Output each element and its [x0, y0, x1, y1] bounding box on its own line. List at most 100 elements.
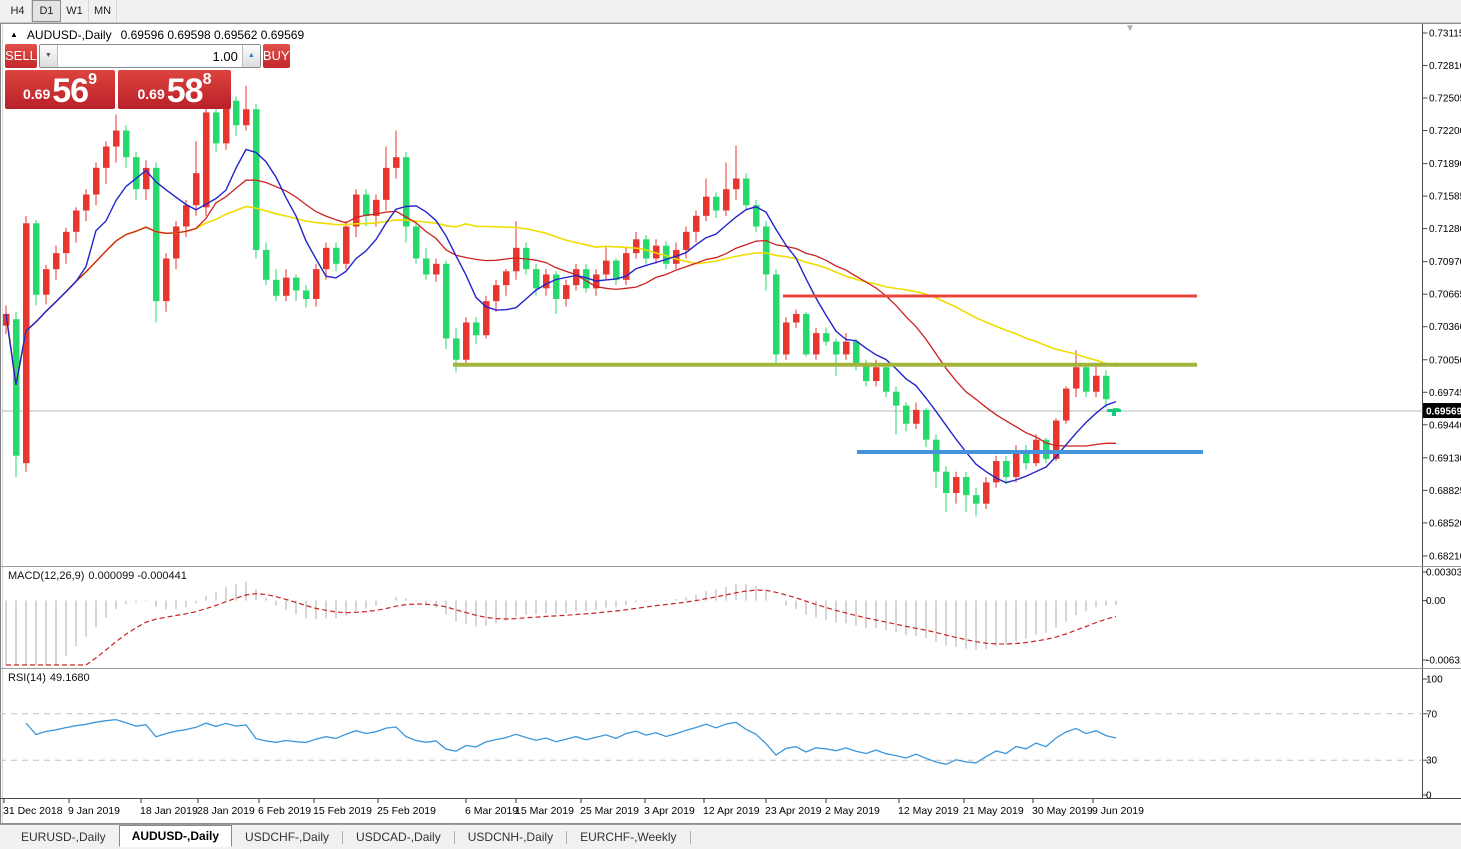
chart-collapse-icon[interactable]: ▼	[1125, 23, 1135, 34]
chart-tab-usdchf[interactable]: USDCHF-,Daily	[232, 827, 342, 847]
candle-down	[263, 250, 270, 280]
candle-up	[73, 211, 80, 232]
candle-up	[1093, 376, 1100, 392]
candle-down	[213, 112, 220, 143]
svg-text:0.71585: 0.71585	[1429, 192, 1461, 203]
candle-up	[493, 285, 500, 301]
candle-down	[453, 338, 460, 359]
candle-down	[133, 157, 140, 189]
svg-text:12 May 2019: 12 May 2019	[898, 805, 959, 817]
chart-tab-eurusd[interactable]: EURUSD-,Daily	[8, 827, 119, 847]
candle-down	[773, 274, 780, 354]
macd-name: MACD(12,26,9)	[8, 570, 84, 582]
candle-down	[863, 365, 870, 381]
ma-20-line	[6, 180, 1116, 446]
volume-stepper: ▼ ▲	[39, 44, 261, 68]
timeframe-button-h4[interactable]: H4	[4, 0, 32, 22]
buy-button[interactable]: BUY	[263, 44, 290, 68]
chart-tab-usdcad[interactable]: USDCAD-,Daily	[343, 827, 454, 847]
candle-up	[633, 239, 640, 253]
buy-price-big-digits: 58	[167, 75, 203, 107]
last-price-marker	[1107, 409, 1121, 412]
candle-down	[903, 406, 910, 424]
chart-tab-usdcnh[interactable]: USDCNH-,Daily	[455, 827, 566, 847]
timeframe-button-w1[interactable]: W1	[61, 0, 89, 22]
macd-values: 0.000099 -0.000441	[88, 570, 186, 582]
candle-up	[283, 278, 290, 296]
candle-up	[843, 342, 850, 355]
candle-down	[553, 274, 560, 299]
macd-signal-line	[6, 590, 1116, 665]
candle-up	[343, 226, 350, 263]
candle-up	[813, 333, 820, 354]
candle-up	[983, 482, 990, 503]
candle-down	[303, 290, 310, 299]
candle-up	[173, 226, 180, 258]
svg-text:0.00: 0.00	[1426, 596, 1446, 607]
candle-down	[883, 367, 890, 392]
rsi-name: RSI(14)	[8, 672, 46, 684]
svg-text:0.69745: 0.69745	[1429, 388, 1461, 399]
candle-down	[233, 101, 240, 126]
candle-up	[43, 269, 50, 295]
candle-down	[823, 333, 830, 342]
one-click-trade-panel: SELL ▼ ▲ BUY 0.69 56 9 0.69 58 8	[5, 44, 231, 109]
svg-text:70: 70	[1426, 709, 1438, 720]
macd-indicator-label: MACD(12,26,9) 0.000099 -0.000441	[8, 570, 187, 582]
svg-text:0.71280: 0.71280	[1429, 224, 1461, 235]
svg-text:0.70050: 0.70050	[1429, 355, 1461, 366]
timeframe-button-mn[interactable]: MN	[89, 0, 117, 22]
indicator-axes: 0.0030350.00-0.00631110070300	[1423, 568, 1461, 802]
spinner-up-icon: ▲	[248, 52, 255, 59]
sell-price-display[interactable]: 0.69 56 9	[5, 70, 115, 109]
svg-text:0.003035: 0.003035	[1426, 568, 1461, 579]
candle-down	[33, 223, 40, 294]
trade-prices-row: 0.69 56 9 0.69 58 8	[5, 70, 231, 109]
candle-up	[183, 205, 190, 226]
timeframe-button-d1[interactable]: D1	[32, 0, 61, 22]
candle-down	[923, 410, 930, 440]
candle-up	[573, 269, 580, 285]
sell-button[interactable]: SELL	[5, 44, 37, 68]
svg-text:0.70970: 0.70970	[1429, 257, 1461, 268]
candle-down	[833, 342, 840, 355]
candle-down	[963, 477, 970, 495]
candle-up	[913, 410, 920, 424]
volume-increase-button[interactable]: ▲	[242, 45, 260, 67]
svg-text:9 Jun 2019: 9 Jun 2019	[1092, 805, 1144, 817]
rsi-indicator-label: RSI(14)49.1680	[8, 672, 90, 684]
buy-price-display[interactable]: 0.69 58 8	[118, 70, 231, 109]
svg-text:-0.006311: -0.006311	[1426, 656, 1461, 667]
sell-price-big-digits: 56	[52, 75, 88, 107]
candle-up	[683, 232, 690, 250]
svg-text:6 Feb 2019: 6 Feb 2019	[258, 805, 311, 817]
time-axis[interactable]: 31 Dec 20189 Jan 201918 Jan 201928 Jan 2…	[3, 799, 1144, 818]
candle-up	[733, 179, 740, 190]
volume-decrease-button[interactable]: ▼	[40, 45, 58, 67]
candle-down	[613, 261, 620, 280]
svg-text:15 Feb 2019: 15 Feb 2019	[313, 805, 372, 817]
svg-text:30: 30	[1426, 756, 1438, 767]
svg-text:30 May 2019: 30 May 2019	[1032, 805, 1093, 817]
tab-separator	[690, 831, 691, 844]
svg-text:2 May 2019: 2 May 2019	[825, 805, 880, 817]
candle-down	[293, 278, 300, 291]
svg-text:0.69440: 0.69440	[1429, 420, 1461, 431]
chart-canvas[interactable]: 0.731150.728100.725050.722000.718900.715…	[0, 0, 1461, 824]
chart-tab-audusd[interactable]: AUDUSD-,Daily	[119, 825, 232, 847]
candle-up	[1073, 367, 1080, 388]
candle-up	[393, 157, 400, 168]
chart-tab-eurchf[interactable]: EURCHF-,Weekly	[567, 827, 689, 847]
timeframe-toolbar: H4D1W1MN	[0, 0, 1461, 23]
one-click-panel-toggle-icon[interactable]: ▲	[10, 29, 18, 41]
candle-down	[123, 131, 130, 158]
candle-down	[533, 269, 540, 288]
candle-up	[693, 216, 700, 232]
candle-up	[63, 232, 70, 253]
volume-input[interactable]	[58, 45, 242, 67]
svg-text:0.72200: 0.72200	[1429, 126, 1461, 137]
chart-tab-bar: EURUSD-,DailyAUDUSD-,DailyUSDCHF-,DailyU…	[0, 824, 1461, 849]
price-axis[interactable]: 0.731150.728100.725050.722000.718900.715…	[1423, 29, 1461, 563]
buy-price-pipette: 8	[203, 71, 212, 89]
svg-text:0: 0	[1426, 791, 1432, 802]
